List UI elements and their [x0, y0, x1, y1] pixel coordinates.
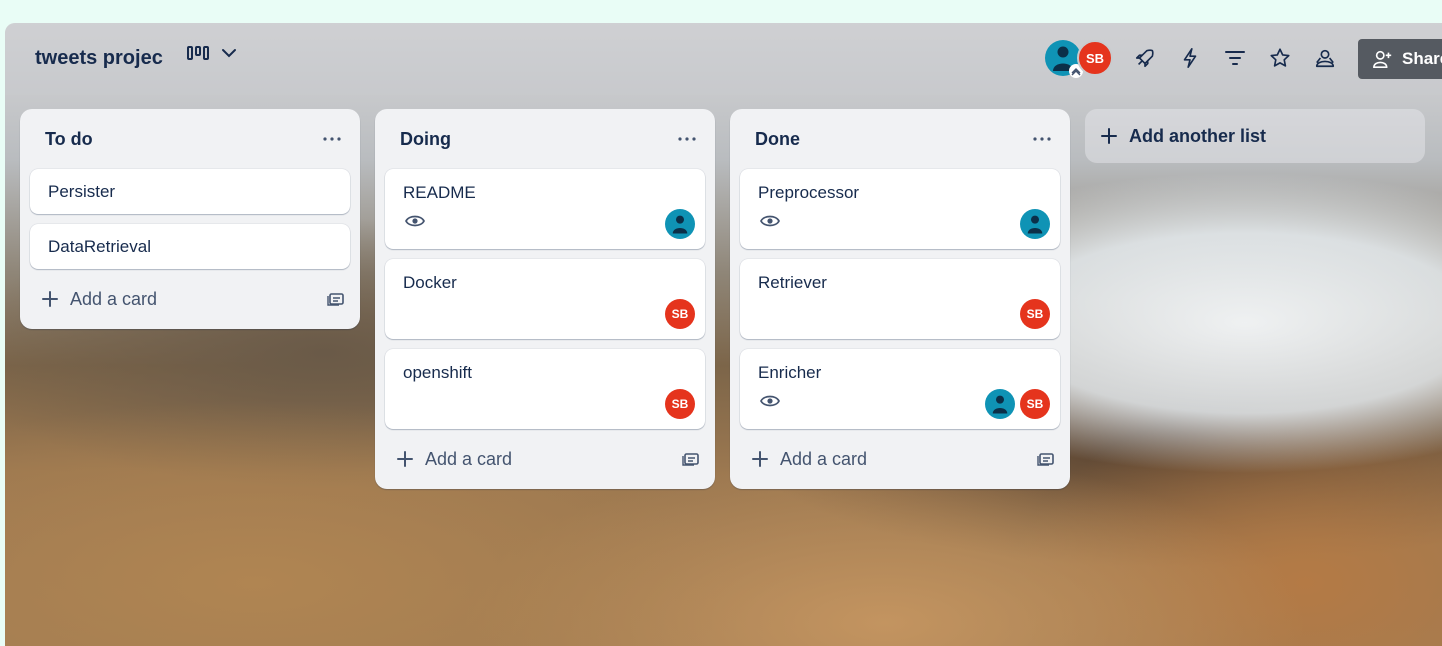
plus-icon [752, 451, 768, 467]
member-avatar-sb[interactable]: SB [1077, 40, 1113, 76]
add-list-button[interactable]: Add another list [1085, 109, 1425, 163]
list-header: Done [730, 109, 1070, 167]
card-docker[interactable]: Docker SB [385, 259, 705, 339]
card-title: DataRetrieval [48, 237, 151, 256]
eye-icon [405, 214, 425, 233]
card-openshift[interactable]: openshift SB [385, 349, 705, 429]
card-dataretrieval[interactable]: DataRetrieval [30, 224, 350, 269]
card-enricher[interactable]: Enricher SB [740, 349, 1060, 429]
list-menu-button[interactable] [673, 125, 701, 153]
list-todo: To do Persister DataRetrieval Add a card [20, 109, 360, 329]
template-icon [682, 453, 699, 466]
card-members: SB [1020, 299, 1050, 329]
card-members [665, 209, 695, 239]
plus-icon [1101, 128, 1117, 144]
card-title: Docker [403, 273, 457, 292]
card-members: SB [665, 389, 695, 419]
add-card-label: Add a card [780, 448, 868, 469]
add-card-label: Add a card [70, 288, 158, 309]
workspace-visibility-icon [1315, 49, 1335, 68]
add-card-button[interactable]: Add a card [385, 439, 705, 479]
more-icon [1033, 137, 1051, 141]
template-icon [1037, 453, 1054, 466]
card-members: SB [985, 389, 1050, 419]
card-persister[interactable]: Persister [30, 169, 350, 214]
card-title: Preprocessor [758, 183, 860, 202]
add-card-label: Add a card [425, 448, 513, 469]
add-card-button[interactable]: Add a card [740, 439, 1060, 479]
list-doing: Doing README Docker SB openshift SB Add … [375, 109, 715, 489]
member-avatar-sb[interactable]: SB [1020, 299, 1050, 329]
card-title: README [403, 183, 476, 202]
visibility-button[interactable] [1307, 40, 1343, 76]
person-icon [1027, 215, 1043, 234]
filter-button[interactable] [1217, 40, 1253, 76]
list-menu-button[interactable] [1028, 125, 1056, 153]
board-view-icon [187, 45, 209, 61]
header-actions: SB [1045, 40, 1343, 78]
card-title: Retriever [758, 273, 827, 292]
list-header: To do [20, 109, 360, 167]
board-header: tweets projec SB Shar [5, 23, 1442, 95]
share-label: Share [1402, 49, 1442, 68]
plus-icon [397, 451, 413, 467]
member-avatar-sb[interactable]: SB [665, 299, 695, 329]
board: tweets projec SB Shar To do Persister Da… [5, 23, 1442, 646]
eye-icon [760, 394, 780, 413]
card-title: Persister [48, 182, 116, 201]
rocket-icon [1135, 49, 1154, 68]
card-preprocessor[interactable]: Preprocessor [740, 169, 1060, 249]
create-from-template-button[interactable] [1032, 445, 1060, 473]
plus-icon [42, 291, 58, 307]
star-board-button[interactable] [1262, 40, 1298, 76]
list-header: Doing [375, 109, 715, 167]
card-title: Enricher [758, 363, 822, 382]
template-icon [327, 293, 344, 306]
star-icon [1270, 48, 1290, 67]
power-ups-button[interactable] [1127, 40, 1163, 76]
add-card-button[interactable]: Add a card [30, 279, 350, 319]
member-avatar-person[interactable] [1020, 209, 1050, 239]
eye-icon [760, 214, 780, 233]
lightning-icon [1183, 48, 1197, 68]
card-readme[interactable]: README [385, 169, 705, 249]
card-retriever[interactable]: Retriever SB [740, 259, 1060, 339]
list-menu-button[interactable] [318, 125, 346, 153]
add-member-icon [1373, 50, 1392, 68]
person-icon [672, 215, 688, 234]
list-done: Done Preprocessor Retriever SB Enricher [730, 109, 1070, 489]
card-members [1020, 209, 1050, 239]
member-avatar-person[interactable] [985, 389, 1015, 419]
more-icon [323, 137, 341, 141]
more-icon [678, 137, 696, 141]
person-icon [992, 395, 1008, 414]
chevron-down-icon [221, 48, 237, 58]
create-from-template-button[interactable] [677, 445, 705, 473]
board-title[interactable]: tweets projec [35, 47, 163, 70]
automation-button[interactable] [1172, 40, 1208, 76]
member-avatar-person[interactable] [665, 209, 695, 239]
add-list-label: Add another list [1129, 125, 1267, 146]
card-title: openshift [403, 363, 472, 382]
list-title[interactable]: Doing [400, 129, 451, 150]
list-title[interactable]: To do [45, 129, 93, 150]
list-title[interactable]: Done [755, 129, 800, 150]
member-avatar-sb[interactable]: SB [665, 389, 695, 419]
card-members: SB [665, 299, 695, 329]
member-avatar-sb[interactable]: SB [1020, 389, 1050, 419]
member-avatar-person[interactable] [1045, 40, 1083, 78]
create-from-template-button[interactable] [322, 285, 350, 313]
share-button[interactable]: Share [1358, 39, 1442, 79]
filter-icon [1225, 51, 1245, 65]
board-view-switcher[interactable] [187, 45, 237, 61]
